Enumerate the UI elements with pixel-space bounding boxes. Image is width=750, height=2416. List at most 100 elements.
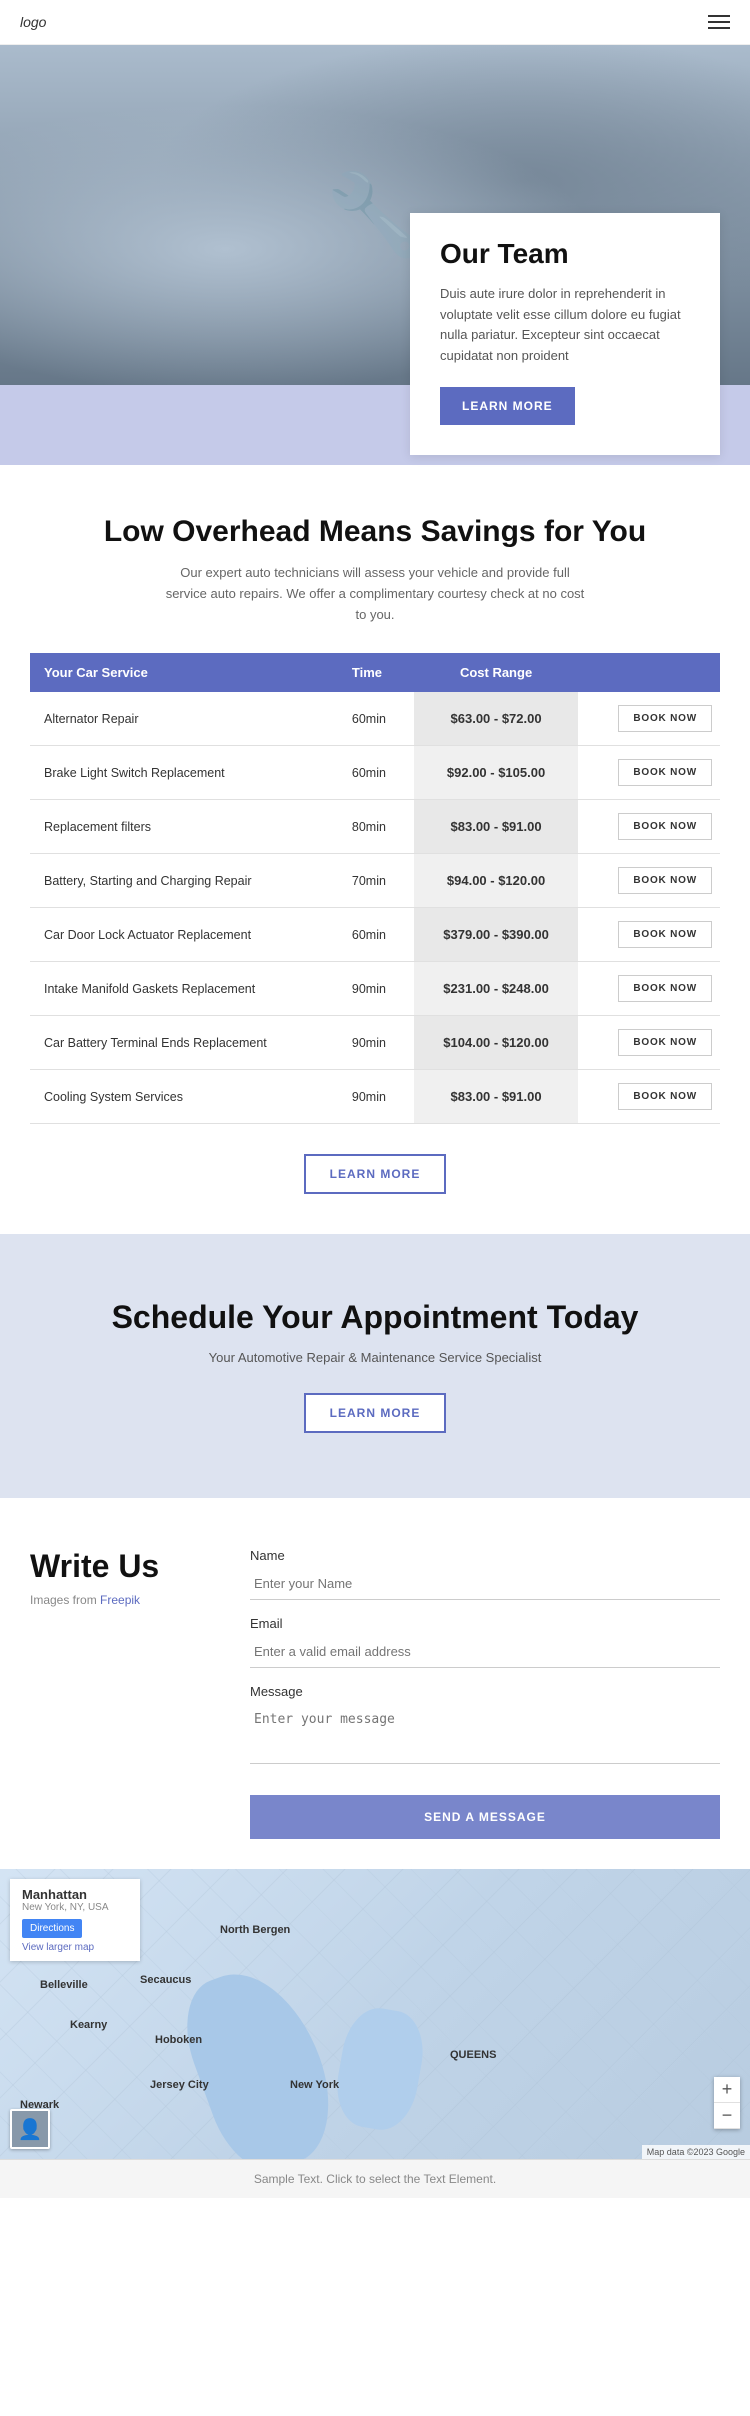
name-label: Name: [250, 1548, 720, 1563]
service-cost: $104.00 - $120.00: [414, 1016, 578, 1070]
table-row: Alternator Repair 60min $63.00 - $72.00 …: [30, 692, 720, 746]
header: logo: [0, 0, 750, 45]
map-directions-button[interactable]: Directions: [22, 1919, 82, 1938]
table-row: Replacement filters 80min $83.00 - $91.0…: [30, 800, 720, 854]
freepik-link[interactable]: Freepik: [100, 1593, 140, 1607]
hero-description: Duis aute irure dolor in reprehenderit i…: [440, 284, 690, 367]
col-service: Your Car Service: [30, 653, 338, 692]
write-credits: Images from Freepik: [30, 1593, 210, 1607]
table-row: Intake Manifold Gaskets Replacement 90mi…: [30, 962, 720, 1016]
book-now-cell: BOOK NOW: [578, 854, 720, 908]
map-zoom-out-button[interactable]: −: [714, 2103, 740, 2129]
map-label-hoboken: Hoboken: [155, 2034, 202, 2046]
service-time: 60min: [338, 908, 414, 962]
logo: logo: [20, 14, 46, 30]
map-water-hudson: [169, 1955, 350, 2159]
write-left: Write Us Images from Freepik: [30, 1548, 210, 1607]
service-time: 70min: [338, 854, 414, 908]
col-time: Time: [338, 653, 414, 692]
map-view-larger-link[interactable]: View larger map: [22, 1942, 128, 1953]
appointment-section: Schedule Your Appointment Today Your Aut…: [0, 1234, 750, 1498]
map-label-jersey-city: Jersey City: [150, 2079, 209, 2091]
col-cost: Cost Range: [414, 653, 578, 692]
appointment-title: Schedule Your Appointment Today: [30, 1299, 720, 1336]
map-section: North Bergen New York Jersey City Newark…: [0, 1869, 750, 2159]
book-now-cell: BOOK NOW: [578, 746, 720, 800]
book-now-button[interactable]: BOOK NOW: [618, 1029, 712, 1056]
service-cost: $63.00 - $72.00: [414, 692, 578, 746]
message-field-group: Message: [250, 1684, 720, 1769]
book-now-cell: BOOK NOW: [578, 1016, 720, 1070]
map-info-overlay: Manhattan New York, NY, USA Directions V…: [10, 1879, 140, 1961]
map-city-address: New York, NY, USA: [22, 1902, 128, 1913]
service-cost: $94.00 - $120.00: [414, 854, 578, 908]
book-now-button[interactable]: BOOK NOW: [618, 921, 712, 948]
savings-subtitle: Our expert auto technicians will assess …: [165, 563, 585, 625]
service-name: Replacement filters: [30, 800, 338, 854]
map-water-east: [330, 2003, 430, 2135]
write-section: Write Us Images from Freepik Name Email …: [0, 1498, 750, 1869]
service-cost: $83.00 - $91.00: [414, 800, 578, 854]
table-row: Battery, Starting and Charging Repair 70…: [30, 854, 720, 908]
footer-note: Sample Text. Click to select the Text El…: [0, 2159, 750, 2198]
book-now-cell: BOOK NOW: [578, 962, 720, 1016]
service-cost: $231.00 - $248.00: [414, 962, 578, 1016]
hero-title: Our Team: [440, 238, 690, 270]
menu-button[interactable]: [708, 15, 730, 29]
map-label-new-york: New York: [290, 2079, 339, 2091]
email-label: Email: [250, 1616, 720, 1631]
service-name: Car Battery Terminal Ends Replacement: [30, 1016, 338, 1070]
hero-learn-more-button[interactable]: LEARN MORE: [440, 387, 575, 425]
savings-section: Low Overhead Means Savings for You Our e…: [0, 465, 750, 1234]
service-name: Brake Light Switch Replacement: [30, 746, 338, 800]
book-now-button[interactable]: BOOK NOW: [618, 705, 712, 732]
service-cost: $92.00 - $105.00: [414, 746, 578, 800]
service-time: 80min: [338, 800, 414, 854]
table-row: Cooling System Services 90min $83.00 - $…: [30, 1070, 720, 1124]
savings-title: Low Overhead Means Savings for You: [30, 515, 720, 549]
book-now-button[interactable]: BOOK NOW: [618, 975, 712, 1002]
appointment-subtitle: Your Automotive Repair & Maintenance Ser…: [30, 1350, 720, 1365]
map-label-queens: QUEENS: [450, 2049, 496, 2061]
services-table: Your Car Service Time Cost Range Alterna…: [30, 653, 720, 1124]
book-now-button[interactable]: BOOK NOW: [618, 867, 712, 894]
message-textarea[interactable]: [250, 1704, 720, 1764]
table-row: Brake Light Switch Replacement 60min $92…: [30, 746, 720, 800]
service-name: Battery, Starting and Charging Repair: [30, 854, 338, 908]
name-input[interactable]: [250, 1568, 720, 1600]
book-now-cell: BOOK NOW: [578, 692, 720, 746]
email-field-group: Email: [250, 1616, 720, 1668]
appointment-learn-more-button[interactable]: LEARN MORE: [304, 1393, 447, 1433]
service-cost: $83.00 - $91.00: [414, 1070, 578, 1124]
email-input[interactable]: [250, 1636, 720, 1668]
table-header-row: Your Car Service Time Cost Range: [30, 653, 720, 692]
service-time: 90min: [338, 962, 414, 1016]
book-now-cell: BOOK NOW: [578, 1070, 720, 1124]
book-now-cell: BOOK NOW: [578, 800, 720, 854]
message-label: Message: [250, 1684, 720, 1699]
savings-learn-more-button[interactable]: LEARN MORE: [304, 1154, 447, 1194]
book-now-button[interactable]: BOOK NOW: [618, 1083, 712, 1110]
map-label-kearny: Kearny: [70, 2019, 107, 2031]
map-street-view-thumbnail[interactable]: [10, 2109, 50, 2149]
service-time: 90min: [338, 1070, 414, 1124]
send-message-button[interactable]: SEND A MESSAGE: [250, 1795, 720, 1839]
savings-learn-more-wrap: LEARN MORE: [30, 1154, 720, 1194]
book-now-button[interactable]: BOOK NOW: [618, 759, 712, 786]
hero-section: Our Team Duis aute irure dolor in repreh…: [0, 45, 750, 465]
service-cost: $379.00 - $390.00: [414, 908, 578, 962]
service-time: 90min: [338, 1016, 414, 1070]
map-city-name: Manhattan: [22, 1887, 128, 1902]
map-zoom-in-button[interactable]: +: [714, 2077, 740, 2103]
book-now-cell: BOOK NOW: [578, 908, 720, 962]
table-row: Car Battery Terminal Ends Replacement 90…: [30, 1016, 720, 1070]
service-name: Car Door Lock Actuator Replacement: [30, 908, 338, 962]
service-time: 60min: [338, 692, 414, 746]
map-label-north-bergen: North Bergen: [220, 1924, 290, 1936]
hero-card: Our Team Duis aute irure dolor in repreh…: [410, 213, 720, 455]
map-label-secaucus: Secaucus: [140, 1974, 191, 1986]
service-name: Alternator Repair: [30, 692, 338, 746]
book-now-button[interactable]: BOOK NOW: [618, 813, 712, 840]
name-field-group: Name: [250, 1548, 720, 1600]
service-name: Intake Manifold Gaskets Replacement: [30, 962, 338, 1016]
